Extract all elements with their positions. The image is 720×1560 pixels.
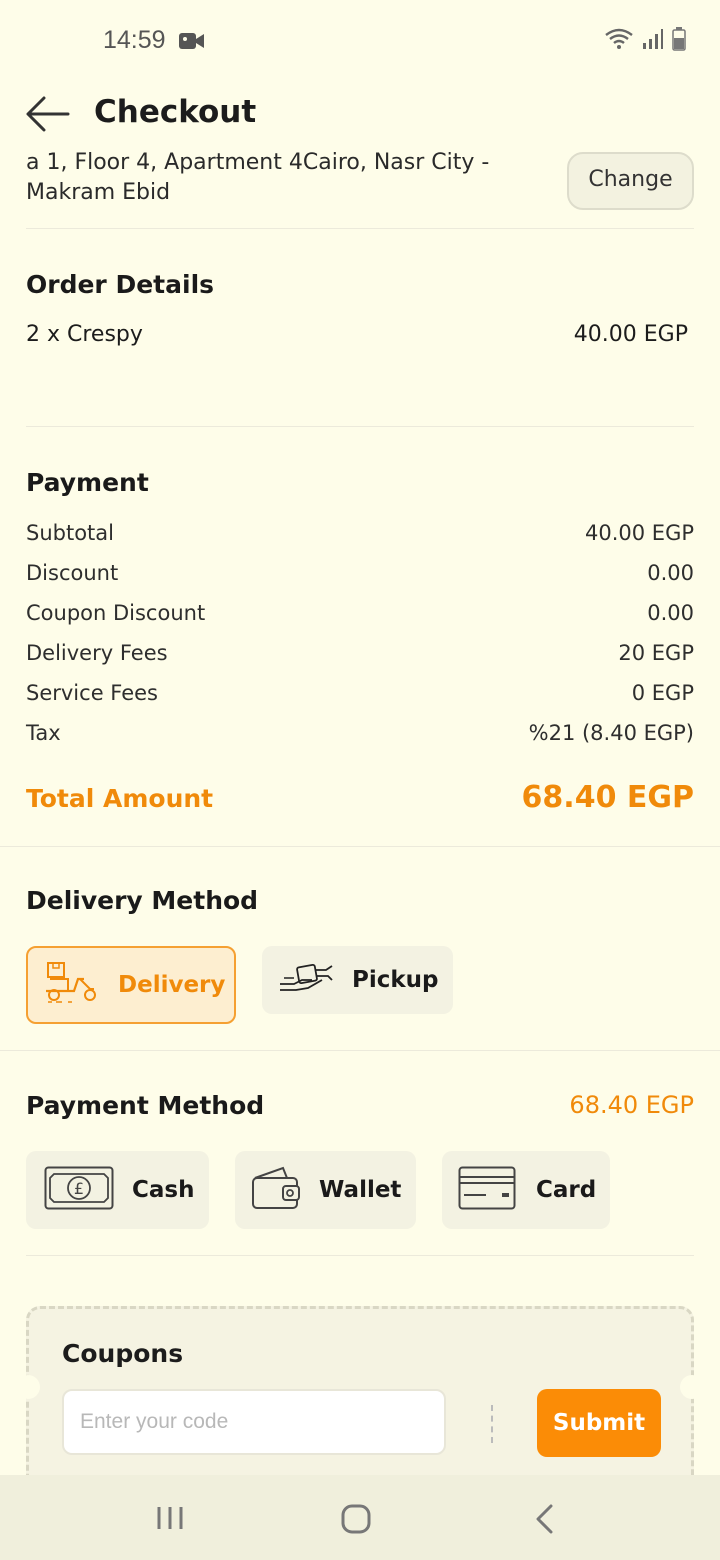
svg-text:£: £ — [74, 1179, 84, 1198]
payment-row-label: Delivery Fees — [26, 641, 168, 665]
wallet-icon — [251, 1166, 301, 1214]
payment-row-label: Coupon Discount — [26, 601, 206, 625]
total-amount-value: 68.40 EGP — [521, 780, 694, 815]
system-nav-bar — [0, 1475, 720, 1560]
payment-row-tax: Tax %21 (8.40 EGP) — [26, 721, 694, 751]
coupon-notch-right — [680, 1375, 704, 1399]
delivery-option-button[interactable]: Delivery — [26, 946, 236, 1024]
app-header: Checkout — [0, 80, 720, 150]
coupon-card: Coupons Submit — [26, 1306, 694, 1475]
payment-row-label: Discount — [26, 561, 119, 585]
card-payment-button[interactable]: Card — [442, 1151, 610, 1229]
coupons-title: Coupons — [62, 1339, 184, 1368]
pickup-hand-icon — [278, 960, 334, 1000]
signal-icon — [642, 28, 664, 54]
payment-row-label: Service Fees — [26, 681, 158, 705]
divider — [26, 426, 694, 427]
order-item-price: 40.00 EGP — [573, 322, 688, 347]
delivery-method-title: Delivery Method — [26, 886, 259, 915]
card-option-label: Card — [536, 1177, 597, 1203]
payment-row-value: 0 EGP — [631, 681, 694, 705]
checkout-content[interactable]: a 1, Floor 4, Apartment 4Cairo, Nasr Cit… — [0, 150, 720, 1475]
change-address-button[interactable]: Change — [567, 152, 694, 210]
payment-row-coupon-discount: Coupon Discount 0.00 — [26, 601, 694, 631]
payment-row-delivery-fees: Delivery Fees 20 EGP — [26, 641, 694, 671]
address-line-1: a 1, Floor 4, Apartment 4Cairo, Nasr Cit… — [26, 150, 490, 175]
video-record-icon — [179, 32, 205, 54]
coupon-submit-button[interactable]: Submit — [537, 1389, 661, 1457]
delivery-address: a 1, Floor 4, Apartment 4Cairo, Nasr Cit… — [26, 150, 516, 208]
cash-payment-button[interactable]: £ Cash — [26, 1151, 209, 1229]
recent-apps-icon[interactable] — [156, 1503, 184, 1537]
payment-row-subtotal: Subtotal 40.00 EGP — [26, 521, 694, 551]
order-details-title: Order Details — [26, 270, 215, 299]
payment-row-label: Tax — [26, 721, 61, 745]
home-icon[interactable] — [340, 1503, 372, 1539]
cash-option-label: Cash — [132, 1177, 195, 1203]
status-icons — [604, 27, 686, 55]
payment-row-value: 0.00 — [647, 561, 694, 585]
delivery-option-label: Delivery — [118, 972, 226, 998]
payment-method-amount: 68.40 EGP — [569, 1091, 694, 1119]
cash-note-icon: £ — [44, 1166, 114, 1214]
address-line-2: Makram Ebid — [26, 180, 171, 205]
divider — [0, 1050, 720, 1051]
payment-row-service-fees: Service Fees 0 EGP — [26, 681, 694, 711]
wifi-icon — [604, 28, 634, 54]
divider — [26, 1255, 694, 1256]
battery-icon — [672, 27, 686, 55]
credit-card-icon — [458, 1166, 516, 1214]
payment-method-title: Payment Method — [26, 1091, 265, 1120]
order-item-name: 2 x Crespy — [26, 322, 143, 347]
payment-title: Payment — [26, 468, 149, 497]
delivery-scooter-icon — [44, 961, 100, 1009]
pickup-option-button[interactable]: Pickup — [262, 946, 453, 1014]
back-arrow-icon[interactable] — [24, 94, 70, 134]
payment-row-value: %21 (8.40 EGP) — [528, 721, 694, 745]
divider — [26, 228, 694, 229]
coupon-code-input[interactable] — [62, 1389, 446, 1455]
payment-row-label: Subtotal — [26, 521, 114, 545]
coupon-separator — [491, 1405, 493, 1443]
payment-row-value: 40.00 EGP — [585, 521, 694, 545]
divider — [0, 846, 720, 847]
payment-row-value: 20 EGP — [618, 641, 694, 665]
payment-row-discount: Discount 0.00 — [26, 561, 694, 591]
system-back-icon[interactable] — [533, 1503, 555, 1539]
pickup-option-label: Pickup — [352, 967, 439, 993]
page-title: Checkout — [94, 94, 257, 130]
wallet-payment-button[interactable]: Wallet — [235, 1151, 416, 1229]
wallet-option-label: Wallet — [319, 1177, 402, 1203]
coupon-notch-left — [16, 1375, 40, 1399]
total-amount-label: Total Amount — [26, 784, 214, 813]
status-bar: 14:59 — [0, 0, 720, 80]
status-time: 14:59 — [103, 26, 166, 54]
payment-row-value: 0.00 — [647, 601, 694, 625]
